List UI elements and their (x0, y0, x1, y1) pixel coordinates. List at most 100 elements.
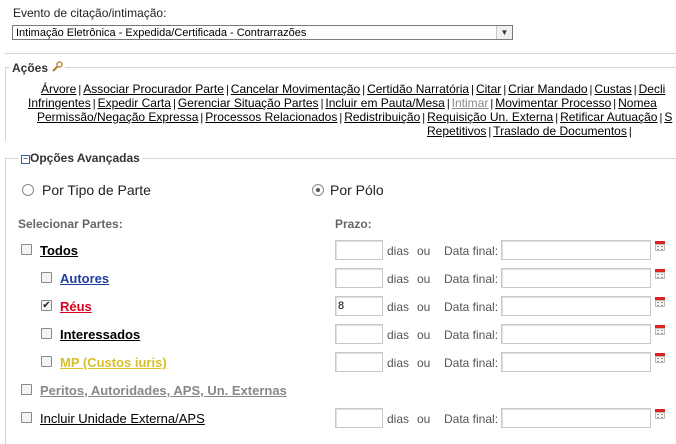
action-link[interactable]: Custas (594, 82, 631, 96)
separator: | (633, 84, 637, 96)
action-link[interactable]: Processos Relacionados (205, 110, 337, 124)
action-link[interactable]: Cancelar Movimentação (231, 82, 360, 96)
parte-label[interactable]: Peritos, Autoridades, APS, Un. Externas (40, 383, 287, 398)
calendar-icon[interactable] (655, 353, 665, 363)
action-link[interactable]: Expedir Carta (98, 96, 171, 110)
parte-label[interactable]: Interessados (60, 327, 140, 342)
action-link[interactable]: Repetitivos (427, 124, 486, 138)
acoes-legend: Ações (10, 61, 66, 75)
dias-label: dias (387, 300, 410, 314)
parte-label[interactable]: MP (Custos iuris) (60, 355, 167, 370)
separator: | (320, 98, 324, 110)
separator: | (659, 112, 663, 124)
radio-por-tipo-label[interactable]: Por Tipo de Parte (42, 182, 151, 198)
action-link[interactable]: Infringentes (28, 96, 91, 110)
action-link[interactable]: Movimentar Processo (495, 96, 611, 110)
acoes-line: Permissão/Negação Expressa | Processos Rel… (37, 110, 672, 124)
dias-label: dias (387, 328, 410, 342)
dias-label: dias (387, 272, 410, 286)
opcoes-legend[interactable]: − Opções Avançadas (19, 151, 142, 165)
action-link[interactable]: Redistribuição (344, 110, 420, 124)
acoes-line: Repetitivos | Traslado de Documentos | (427, 124, 634, 138)
action-link[interactable]: Intimar (452, 96, 489, 110)
data-final-input[interactable] (501, 324, 651, 344)
prazo-input[interactable]: 8 (335, 296, 383, 316)
chevron-down-icon[interactable]: ▼ (496, 26, 512, 39)
data-final-input[interactable] (501, 408, 651, 428)
calendar-icon[interactable] (655, 269, 665, 279)
action-link[interactable]: S (664, 110, 672, 124)
prazo-input[interactable] (335, 352, 383, 372)
data-final-input[interactable] (501, 296, 651, 316)
separator: | (172, 98, 176, 110)
acoes-line: Infringentes | Expedir Carta | Gerenciar Sit… (28, 96, 657, 110)
parte-checkbox[interactable] (21, 384, 32, 395)
prazo-input[interactable] (335, 240, 383, 260)
separator: | (471, 84, 474, 96)
divider (5, 53, 676, 54)
calendar-icon[interactable] (655, 297, 665, 307)
parte-checkbox[interactable] (21, 244, 32, 255)
separator: | (422, 112, 426, 124)
action-link[interactable]: Requisição Un. Externa (427, 110, 553, 124)
parte-label[interactable]: Réus (60, 299, 92, 314)
calendar-icon[interactable] (655, 241, 665, 251)
calendar-icon[interactable] (655, 325, 665, 335)
acoes-border-left (5, 67, 6, 141)
data-final-label: Data final: (444, 300, 499, 314)
action-link[interactable]: Retificar Autuação (560, 110, 657, 124)
separator: | (362, 84, 366, 96)
action-link[interactable]: Gerenciar Situação Partes (178, 96, 319, 110)
separator: | (200, 112, 204, 124)
action-link[interactable]: Associar Procurador Parte (83, 82, 224, 96)
hdr-selecionar-partes: Selecionar Partes: (18, 217, 123, 231)
data-final-input[interactable] (501, 268, 651, 288)
separator: | (589, 84, 593, 96)
data-final-label: Data final: (444, 244, 499, 258)
data-final-label: Data final: (444, 272, 499, 286)
minus-box-icon[interactable]: − (21, 155, 30, 164)
prazo-input[interactable] (335, 408, 383, 428)
prazo-input[interactable] (335, 268, 383, 288)
radio-por-tipo[interactable] (22, 184, 34, 196)
evento-select[interactable]: Intimação Eletrônica - Expedida/Certific… (12, 25, 513, 40)
separator: | (628, 126, 632, 138)
parte-checkbox[interactable]: ✔ (41, 300, 52, 311)
action-link[interactable]: Traslado de Documentos (493, 124, 627, 138)
prazo-input[interactable] (335, 324, 383, 344)
parte-checkbox[interactable] (41, 356, 52, 367)
action-link[interactable]: Criar Mandado (508, 82, 587, 96)
action-link[interactable]: Incluir em Pauta/Mesa (325, 96, 444, 110)
opcoes-border-left (5, 158, 6, 444)
parte-label[interactable]: Todos (40, 243, 78, 258)
action-link[interactable]: Citar (476, 82, 501, 96)
parte-checkbox[interactable] (41, 328, 52, 339)
action-link[interactable]: Nomea (618, 96, 657, 110)
calendar-icon[interactable] (655, 409, 665, 419)
parte-label[interactable]: Autores (60, 271, 109, 286)
action-link[interactable]: Certidão Narratória (367, 82, 469, 96)
ou-label: ou (417, 244, 431, 258)
action-link[interactable]: Decli (639, 82, 666, 96)
wrench-icon (52, 61, 64, 72)
data-final-input[interactable] (501, 352, 651, 372)
parte-checkbox[interactable] (41, 272, 52, 283)
data-final-input[interactable] (501, 240, 651, 260)
parte-checkbox[interactable] (21, 412, 32, 423)
radio-por-polo-label[interactable]: Por Pólo (330, 182, 384, 198)
separator: | (488, 126, 492, 138)
separator: | (613, 98, 617, 110)
separator: | (92, 98, 96, 110)
acoes-legend-text: Ações (12, 61, 49, 75)
parte-label[interactable]: Incluir Unidade Externa/APS (40, 411, 205, 426)
dias-label: dias (387, 412, 410, 426)
data-final-label: Data final: (444, 356, 499, 370)
ou-label: ou (417, 328, 431, 342)
radio-por-polo[interactable] (312, 184, 324, 196)
ou-label: ou (417, 412, 431, 426)
action-link[interactable]: Permissão/Negação Expressa (37, 110, 198, 124)
action-link[interactable]: Árvore (41, 82, 76, 96)
ou-label: ou (417, 272, 431, 286)
separator: | (339, 112, 343, 124)
separator: | (555, 112, 559, 124)
